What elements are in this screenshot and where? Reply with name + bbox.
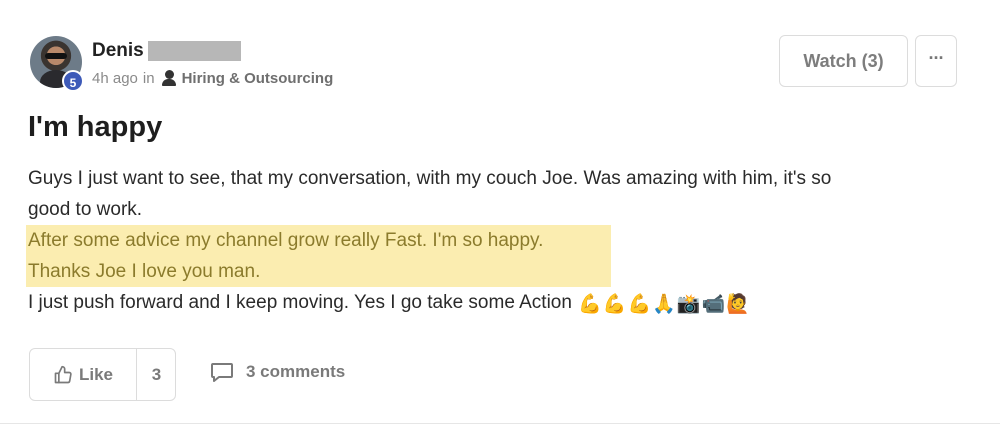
highlighted-line: After some advice my channel grow really…	[26, 225, 611, 256]
body-line: Guys I just want to see, that my convers…	[28, 168, 832, 189]
author-avatar-wrap[interactable]: 5	[30, 36, 84, 92]
video-camera-emoji: 📹	[701, 293, 726, 315]
redacted-surname	[148, 41, 241, 61]
highlighted-line: Thanks Joe I love you man.	[26, 256, 611, 287]
author-name[interactable]: Denis	[92, 40, 144, 62]
post-body: Guys I just want to see, that my convers…	[26, 163, 928, 318]
thumbs-up-icon	[54, 365, 72, 383]
person-raising-hand-emoji: 🙋	[726, 293, 750, 315]
comment-icon	[211, 363, 233, 382]
flexed-biceps-emoji: 💪	[578, 293, 602, 315]
flexed-biceps-emoji: 💪	[627, 293, 652, 315]
like-control: Like 3	[29, 348, 176, 401]
divider	[0, 423, 1000, 424]
watch-button[interactable]: Watch (3)	[779, 35, 908, 87]
level-badge: 5	[62, 70, 84, 92]
post-time[interactable]: 4h ago	[92, 70, 138, 87]
camera-flash-emoji: 📸	[676, 293, 701, 315]
like-label: Like	[78, 364, 114, 384]
flexed-biceps-emoji: 💪	[602, 293, 627, 315]
group-icon	[161, 69, 177, 87]
group-link[interactable]: Hiring & Outsourcing	[182, 70, 334, 87]
post-card: 5 Denis 4h ago in Hiring & Outsourcing W…	[0, 0, 1000, 426]
body-line: good to work.	[28, 199, 143, 220]
comments-label: 3 comments	[246, 362, 346, 381]
more-options-button[interactable]: ···	[915, 35, 957, 87]
comments-link[interactable]: 3 comments	[210, 362, 345, 382]
post-title: I'm happy	[28, 111, 163, 143]
body-line: I just push forward and I keep moving. Y…	[28, 292, 572, 313]
like-count[interactable]: 3	[137, 349, 176, 400]
meta-in-text: in	[142, 69, 155, 87]
folded-hands-emoji: 🙏	[652, 293, 676, 315]
like-button[interactable]: Like	[30, 349, 136, 400]
body-line-with-emojis: I just push forward and I keep moving. Y…	[28, 287, 928, 318]
post-meta: 4h ago in Hiring & Outsourcing	[92, 69, 333, 87]
